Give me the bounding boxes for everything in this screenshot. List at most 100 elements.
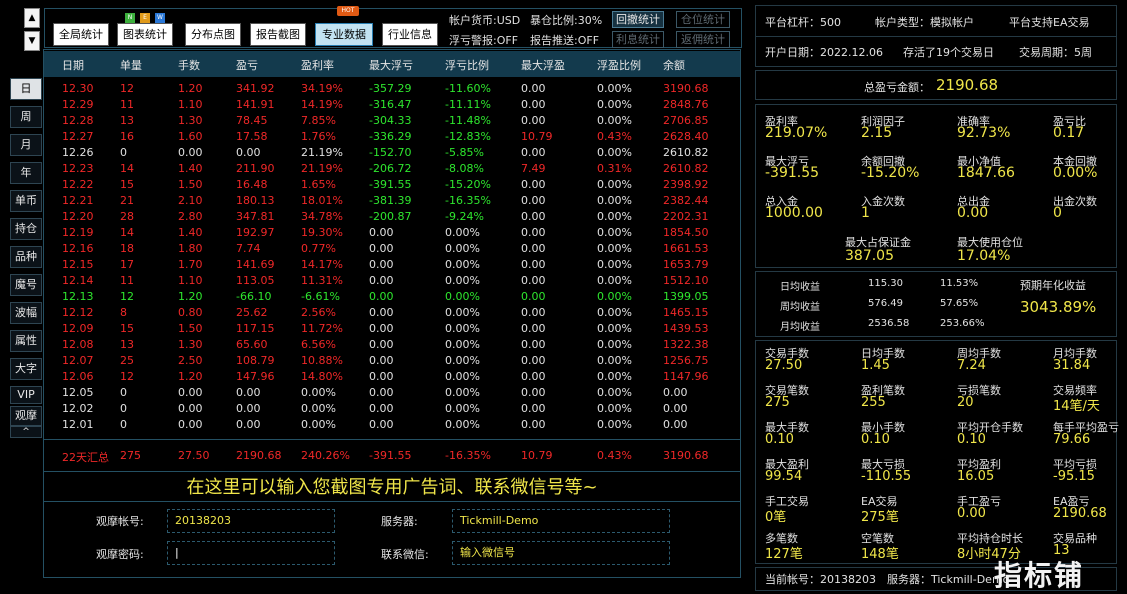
sidebar-item-6[interactable]: 品种 — [10, 246, 42, 268]
table-cell: 0.00% — [597, 306, 632, 319]
chart-stats-button[interactable]: 图表统计 — [117, 23, 173, 46]
table-cell: 0.00% — [445, 226, 480, 239]
table-cell: 11 — [120, 274, 134, 287]
table-cell: 141.69 — [236, 258, 275, 271]
table-cell: 0.00% — [597, 322, 632, 335]
wechat-field[interactable]: 输入微信号 — [452, 541, 670, 565]
sidebar-item-10[interactable]: 大字 — [10, 358, 42, 380]
sidebar-item-8[interactable]: 波幅 — [10, 302, 42, 324]
table-cell: 0.00% — [445, 338, 480, 351]
ratio-value: 0 — [1053, 205, 1062, 221]
industry-info-button[interactable]: 行业信息 — [382, 23, 438, 46]
column-header: 浮亏比例 — [445, 59, 489, 72]
summary-cell: 22天汇总 — [62, 451, 109, 464]
table-cell: 1.40 — [178, 162, 203, 175]
pro-data-button[interactable]: 专业数据 — [315, 23, 373, 46]
server-label: 服务器: — [381, 515, 418, 528]
current-server: 服务器：Tickmill-Demo — [887, 573, 1010, 586]
column-header: 最大浮亏 — [369, 59, 413, 72]
summary-cell: -16.35% — [445, 449, 491, 462]
report-push-status: 报告推送:OFF — [530, 34, 600, 47]
table-cell: 21 — [120, 194, 134, 207]
table-cell: 108.79 — [236, 354, 275, 367]
return-amount: 2536.58 — [868, 318, 910, 329]
table-cell: 141.91 — [236, 98, 275, 111]
table-cell: 0.00 — [521, 226, 546, 239]
return-label: 日均收益 — [780, 282, 820, 293]
return-amount: 576.49 — [868, 298, 903, 309]
sidebar-item-5[interactable]: 持仓 — [10, 218, 42, 240]
table-cell: 0.00% — [597, 242, 632, 255]
table-cell: 341.92 — [236, 82, 275, 95]
wechat-label: 联系微信: — [381, 548, 429, 561]
distribution-chart-button[interactable]: 分布点图 — [185, 23, 241, 46]
table-cell: 0.00% — [597, 82, 632, 95]
table-cell: 25.62 — [236, 306, 268, 319]
table-cell: 192.97 — [236, 226, 275, 239]
table-cell: 1.76% — [301, 130, 336, 143]
table-cell: 0.00 — [236, 386, 261, 399]
ad-banner-text: 在这里可以输入您截图专用广告词、联系微信号等~ — [186, 477, 598, 498]
sidebar-item-12[interactable]: 观摩 — [10, 406, 42, 426]
table-cell: -15.20% — [445, 178, 491, 191]
table-cell: 12 — [120, 370, 134, 383]
table-cell: 0.00 — [369, 386, 394, 399]
sidebar-item-9[interactable]: 属性 — [10, 330, 42, 352]
sidebar-item-1[interactable]: 周 — [10, 106, 42, 128]
table-cell: 0.00 — [521, 402, 546, 415]
stat-value: 2190.68 — [1053, 506, 1107, 521]
sidebar-item-0[interactable]: 日 — [10, 78, 42, 100]
ratio-value: 219.07% — [765, 125, 828, 141]
trade-cycle: 交易周期：5周 — [1019, 46, 1092, 59]
rebate-stats-button[interactable]: 返佣统计 — [676, 31, 730, 48]
sidebar-item-3[interactable]: 年 — [10, 162, 42, 184]
table-cell: 8 — [120, 306, 127, 319]
interest-stats-button[interactable]: 利息统计 — [612, 31, 664, 48]
scroll-up-button[interactable]: ▲ — [24, 8, 40, 28]
watch-password-field[interactable]: | — [167, 541, 335, 565]
sidebar-item-7[interactable]: 魔号 — [10, 274, 42, 296]
table-cell: 0.00% — [597, 338, 632, 351]
table-cell: 1.70 — [178, 258, 203, 271]
report-screenshot-button[interactable]: 报告截图 — [250, 23, 306, 46]
sidebar-item-4[interactable]: 单币 — [10, 190, 42, 212]
table-cell: 0.00% — [301, 418, 336, 431]
table-cell: 14.19% — [301, 98, 343, 111]
stat-value: 14笔/天 — [1053, 399, 1100, 414]
table-cell: 0.00 — [369, 338, 394, 351]
sidebar-collapse-button[interactable]: ^ — [10, 426, 42, 438]
table-cell: 0.00% — [445, 322, 480, 335]
table-cell: 0.00 — [521, 370, 546, 383]
table-cell: 0.00 — [236, 402, 261, 415]
scroll-down-button[interactable]: ▼ — [24, 31, 40, 51]
table-cell: 0.00 — [521, 306, 546, 319]
table-cell: -9.24% — [445, 210, 484, 223]
float-loss-alert: 浮亏警报:OFF — [449, 34, 519, 47]
table-cell: 12.29 — [62, 98, 94, 111]
table-cell: 0 — [120, 418, 127, 431]
stat-value: 0.10 — [765, 432, 794, 447]
table-cell: 0.00 — [178, 146, 203, 159]
table-cell: 12.28 — [62, 114, 94, 127]
table-cell: 0.00 — [521, 338, 546, 351]
table-cell: 15 — [120, 178, 134, 191]
sidebar-item-2[interactable]: 月 — [10, 134, 42, 156]
table-cell: 0.00 — [178, 386, 203, 399]
position-stats-button[interactable]: 仓位统计 — [676, 11, 730, 28]
table-cell: 1.40 — [178, 226, 203, 239]
annual-return-label: 预期年化收益 — [1020, 279, 1086, 292]
table-cell: 21.19% — [301, 162, 343, 175]
text-cursor: | — [175, 546, 179, 559]
drawdown-stats-button[interactable]: 回撤统计 — [612, 11, 664, 28]
return-amount: 115.30 — [868, 278, 903, 289]
ratio-value: 0.17 — [1053, 125, 1085, 141]
server-field[interactable]: Tickmill-Demo — [452, 509, 670, 533]
table-cell: 1653.79 — [663, 258, 709, 271]
table-cell: 28 — [120, 210, 134, 223]
watch-account-field[interactable]: 20138203 — [167, 509, 335, 533]
global-stats-button[interactable]: 全局统计 — [53, 23, 109, 46]
table-cell: 0.00 — [236, 146, 261, 159]
sidebar-item-11[interactable]: VIP — [10, 386, 42, 404]
table-cell: -11.48% — [445, 114, 491, 127]
table-cell: 12.19 — [62, 226, 94, 239]
